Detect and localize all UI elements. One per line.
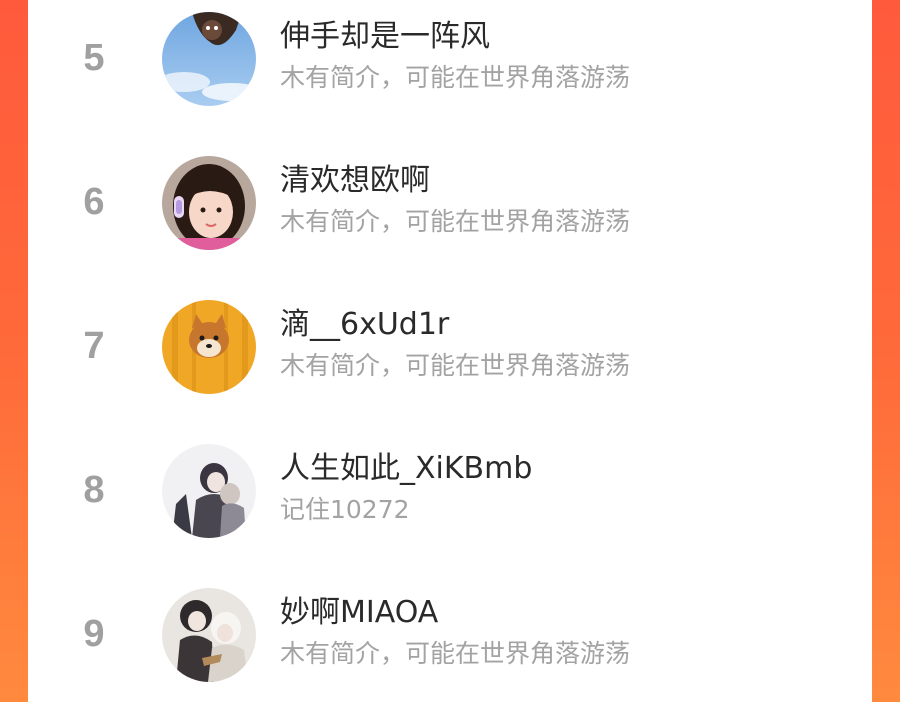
user-name[interactable]: 妙啊MIAOA [280, 594, 438, 632]
avatar[interactable] [162, 12, 256, 106]
user-name[interactable]: 伸手却是一阵风 [280, 18, 490, 56]
rank-number: 8 [83, 469, 105, 511]
rank-number: 5 [83, 37, 105, 79]
rank-number: 6 [83, 181, 105, 223]
user-bio: 木有简介，可能在世界角落游荡 [280, 63, 631, 92]
girl-headphones-avatar-icon [162, 156, 256, 250]
anime-couple-avatar-icon [162, 444, 256, 538]
user-bio: 木有简介，可能在世界角落游荡 [280, 207, 631, 236]
user-bio: 记住10272 [280, 495, 410, 524]
avatar[interactable] [162, 588, 256, 682]
ranking-row-5[interactable]: 5 伸手却是一阵风 木有简介，可能在世界角落游荡 [28, 8, 872, 108]
anime-duo-avatar-icon [162, 588, 256, 682]
shiba-dog-avatar-icon [162, 300, 256, 394]
rank-number: 9 [83, 613, 105, 655]
user-name[interactable]: 滴__6xUd1r [280, 306, 449, 344]
user-name[interactable]: 人生如此_XiKBmb [280, 450, 532, 488]
rank-number: 7 [83, 325, 105, 367]
user-bio: 木有简介，可能在世界角落游荡 [280, 639, 631, 668]
ranking-row-6[interactable]: 6 清欢想欧啊 木有简介，可能在世界角落游荡 [28, 152, 872, 252]
avatar[interactable] [162, 156, 256, 250]
ranking-row-9[interactable]: 9 妙啊MIAOA 木有简介，可能在世界角落游荡 [28, 584, 872, 684]
sky-cat-avatar-icon [162, 12, 256, 106]
user-bio: 木有简介，可能在世界角落游荡 [280, 351, 631, 380]
ranking-panel: 5 伸手却是一阵风 木有简介，可能在世界角落游荡 6 清欢想欧啊 木有简介，可能… [28, 0, 872, 702]
avatar[interactable] [162, 444, 256, 538]
ranking-row-7[interactable]: 7 滴__6xUd1r 木有简介，可能在世界角落游荡 [28, 296, 872, 396]
ranking-row-8[interactable]: 8 人生如此_XiKBmb 记住10272 [28, 440, 872, 540]
avatar[interactable] [162, 300, 256, 394]
user-name[interactable]: 清欢想欧啊 [280, 162, 430, 200]
